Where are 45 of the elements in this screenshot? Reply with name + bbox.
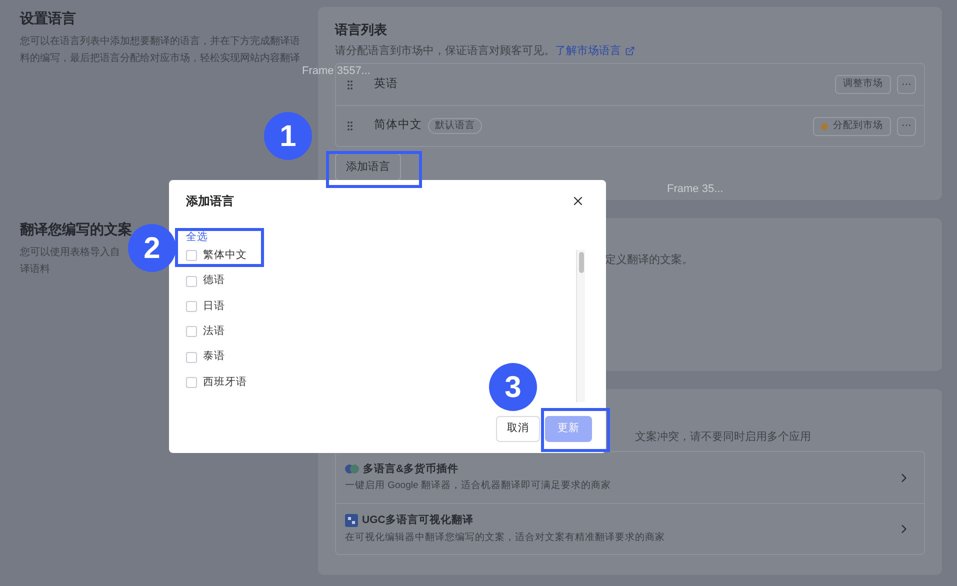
close-icon[interactable] (571, 194, 585, 208)
card-description: 请分配语言到市场中，保证语言对顾客可见。 (335, 44, 555, 59)
select-all-link[interactable]: 全选 (186, 231, 208, 243)
more-button[interactable]: ··· (897, 75, 916, 94)
warning-icon (821, 122, 828, 130)
external-link-icon (625, 46, 635, 56)
section-description: 料的编写，最后把语言分配给对应市场，轻松实现网站内容翻译 (20, 52, 300, 66)
frame-label: Frame 3557... (302, 64, 370, 79)
section-description: 您可以在语言列表中添加想要翻译的语言，并在下方完成翻译语 (20, 34, 300, 49)
card-description: 定义翻译的文案。 (605, 252, 693, 268)
market-button[interactable]: 调整市场 (835, 75, 891, 94)
language-option[interactable]: 泰语 (186, 344, 225, 370)
dialog-title: 添加语言 (186, 193, 234, 210)
language-name: 简体中文 (374, 118, 422, 134)
checkbox[interactable] (186, 377, 197, 388)
section-description: 您可以使用表格导入自 (20, 246, 120, 260)
checkbox[interactable] (186, 300, 197, 312)
language-option[interactable]: 法语 (186, 319, 225, 345)
app-name: UGC多语言可视化翻译 (362, 513, 474, 528)
app-description: 在可视化编辑器中翻译您编写的文案，适合对文案有精准翻译要求的商家 (345, 530, 665, 545)
scrollbar[interactable] (576, 250, 585, 402)
checkbox[interactable] (186, 352, 197, 363)
cancel-button[interactable]: 取消 (496, 416, 540, 442)
language-option[interactable]: 繁体中文 (186, 243, 247, 268)
step-number: 1 (264, 112, 312, 160)
checkbox[interactable] (186, 250, 197, 262)
grid-icon (345, 514, 358, 528)
section-title: 设置语言 (20, 9, 76, 28)
card-title: 语言列表 (335, 21, 387, 39)
checkbox[interactable] (186, 276, 197, 287)
language-option[interactable]: 日语 (186, 294, 225, 320)
app-description: 一键启用 Google 翻译器，适合机器翻译即可满足要求的商家 (345, 479, 611, 494)
checkbox[interactable] (186, 326, 197, 338)
more-button[interactable]: ··· (897, 116, 916, 136)
market-button[interactable]: 分配到市场 (813, 116, 891, 136)
app-name: 多语言&多货币插件 (363, 462, 459, 476)
language-option[interactable]: 德语 (186, 268, 225, 294)
language-name: 英语 (374, 76, 398, 92)
highlight-frame (541, 408, 610, 452)
section-description: 译语料 (20, 262, 50, 277)
default-badge: 默认语言 (428, 118, 482, 134)
frame-label: Frame 35... (667, 182, 724, 197)
card-description: 文案冲突，请不要同时启用多个应用 (635, 430, 811, 445)
language-option[interactable]: 西班牙语 (186, 370, 247, 396)
translate-icon (345, 464, 359, 474)
